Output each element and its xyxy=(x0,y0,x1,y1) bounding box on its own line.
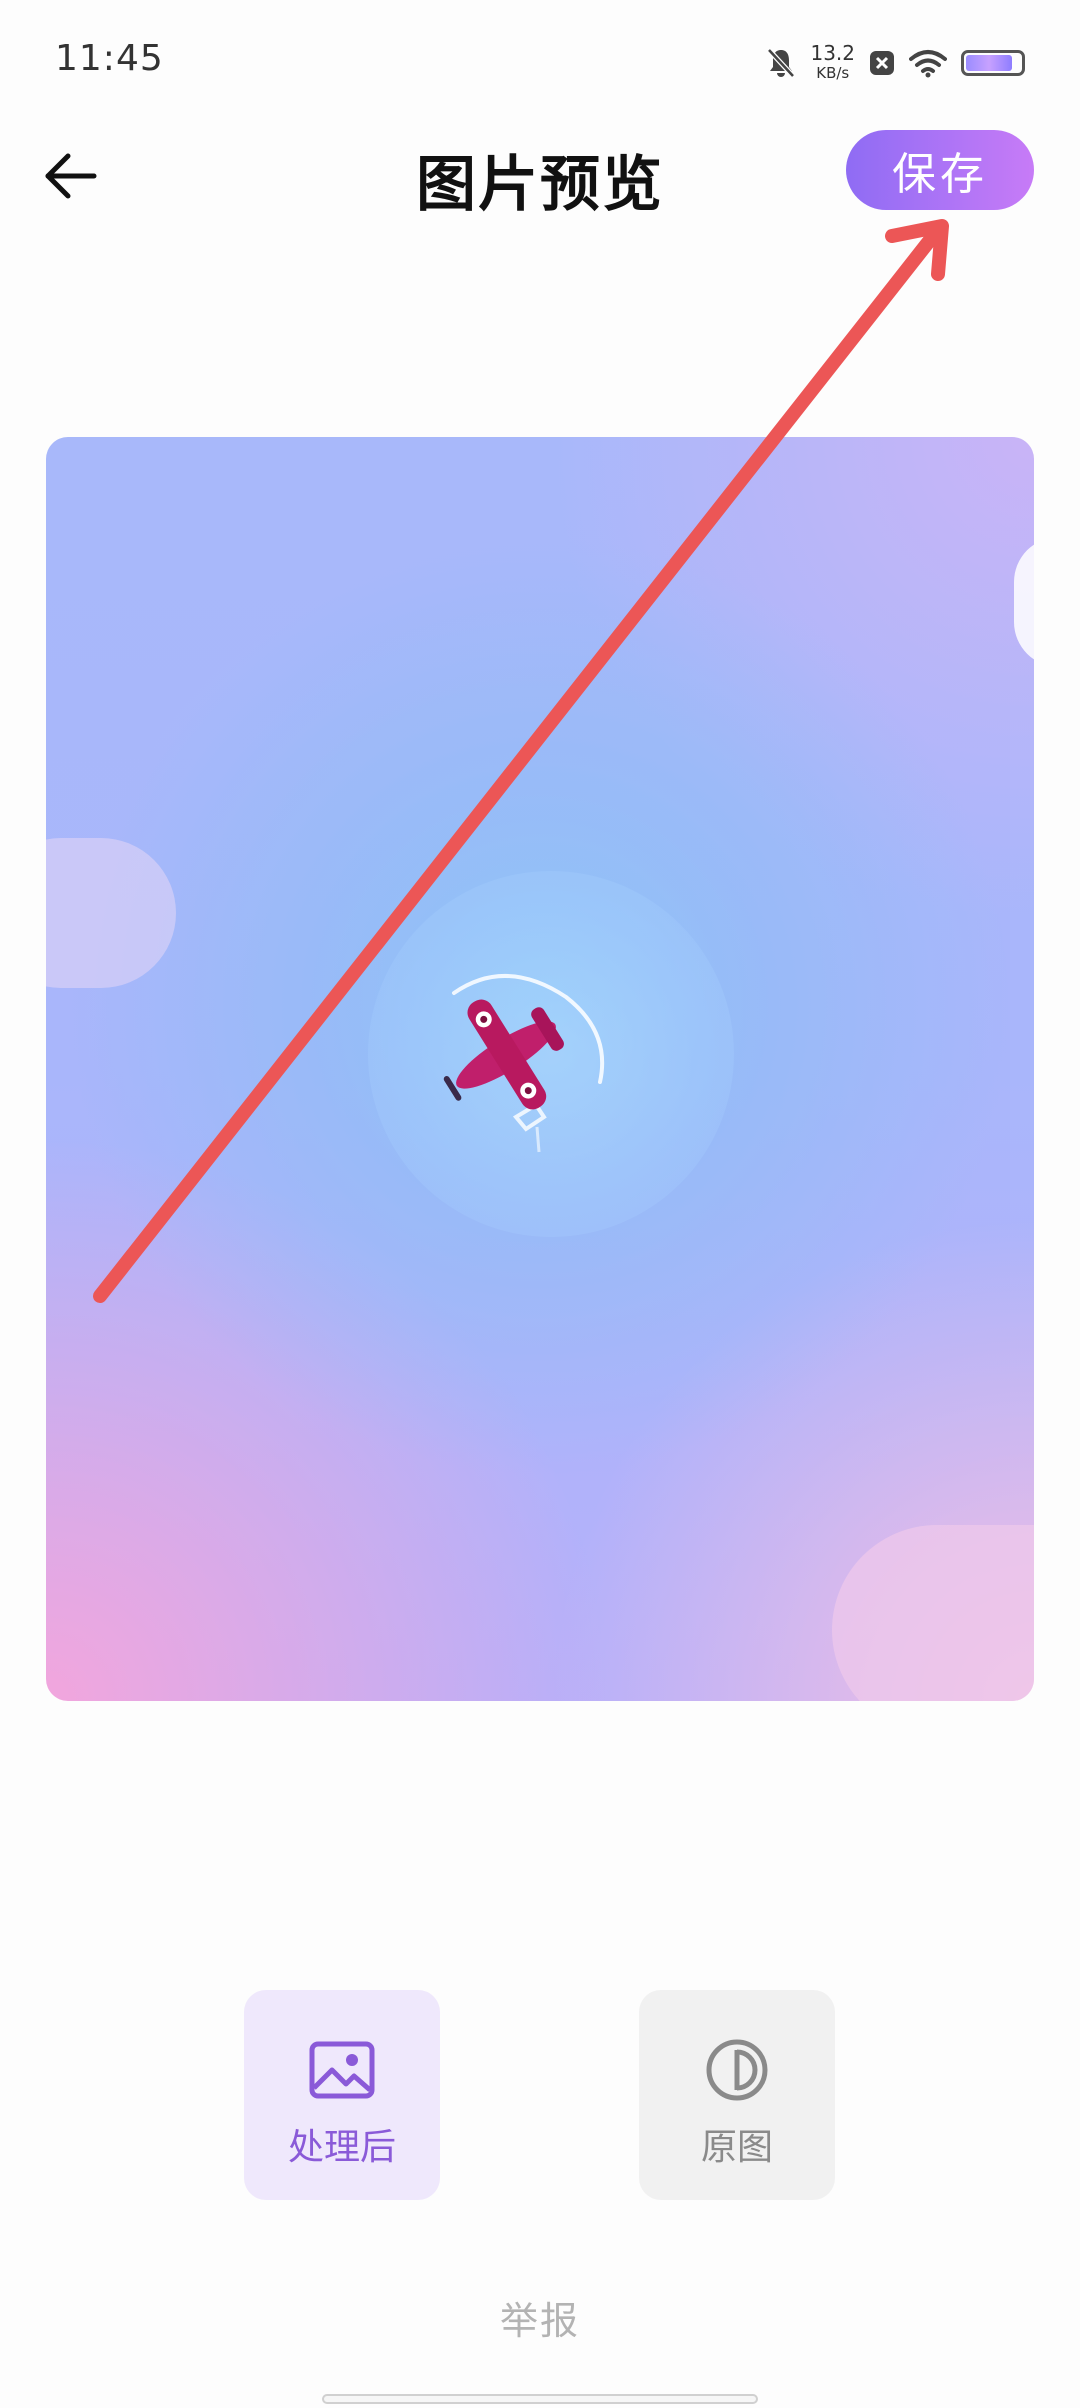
decorative-blob xyxy=(832,1525,1034,1701)
status-bar: 11:45 13.2 KB/s xyxy=(0,0,1080,124)
mute-bell-icon xyxy=(767,48,796,78)
report-link[interactable]: 举报 xyxy=(0,2290,1080,2345)
view-option-original[interactable]: 原图 xyxy=(639,1990,835,2200)
header: 图片预览 保存 xyxy=(0,124,1080,220)
home-indicator[interactable] xyxy=(322,2394,758,2404)
status-time: 11:45 xyxy=(55,38,164,79)
decorative-blob xyxy=(1014,537,1034,667)
net-speed: 13.2 KB/s xyxy=(810,43,855,83)
airplane-icon xyxy=(443,974,605,1153)
net-speed-unit: KB/s xyxy=(816,64,850,82)
net-speed-value: 13.2 xyxy=(810,41,855,65)
status-icons: 13.2 KB/s xyxy=(766,38,1025,88)
battery-icon xyxy=(961,50,1025,76)
battery-level xyxy=(966,55,1013,71)
close-box-icon xyxy=(870,51,894,75)
screen: 11:45 13.2 KB/s 图片预览 保存 处理后 原图 举报 xyxy=(0,0,1080,2408)
wifi-icon xyxy=(909,50,947,78)
view-option-processed[interactable]: 处理后 xyxy=(244,1990,440,2200)
save-button[interactable]: 保存 xyxy=(846,130,1034,210)
decorative-blob xyxy=(46,838,176,988)
preview-image xyxy=(46,437,1034,1701)
view-option-label: 原图 xyxy=(700,2127,773,2168)
contrast-circle-icon xyxy=(706,2039,768,2101)
view-option-label: 处理后 xyxy=(287,2127,396,2168)
image-icon xyxy=(309,2041,375,2099)
